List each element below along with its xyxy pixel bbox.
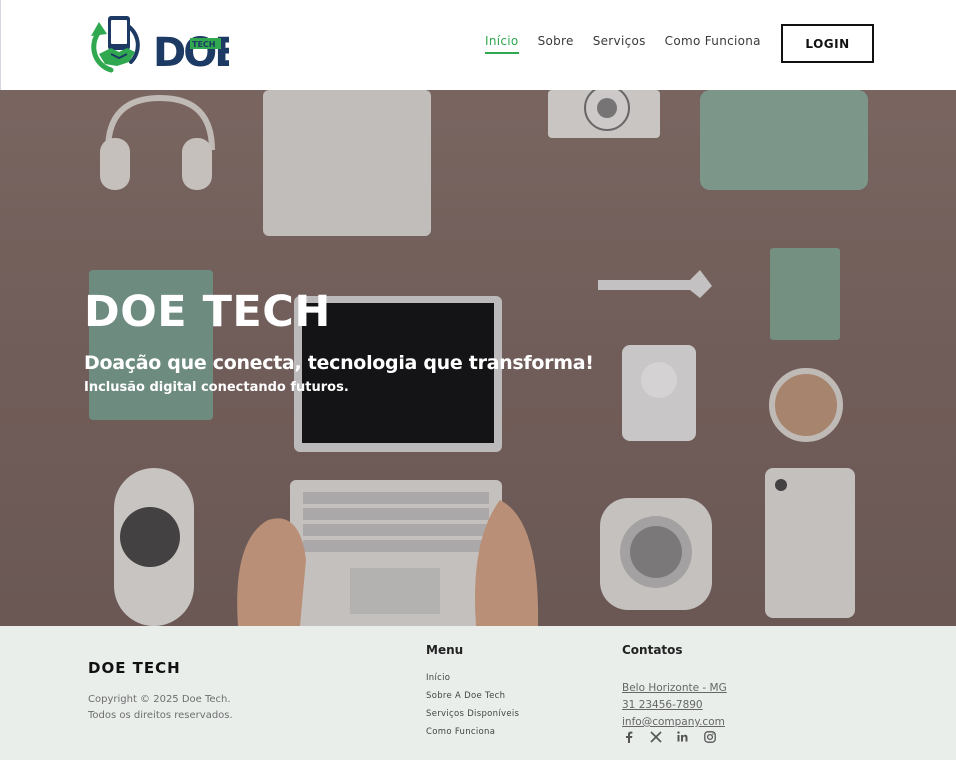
footer: DOE TECH Copyright © 2025 Doe Tech. Todo…	[0, 626, 956, 760]
instagram-icon[interactable]	[703, 730, 716, 743]
nav-link-sobre[interactable]: Sobre	[538, 34, 574, 54]
navbar: DOE TECH Início Sobre Serviços Como Func…	[0, 0, 956, 90]
facebook-icon[interactable]	[622, 730, 635, 743]
footer-menu-item-inicio[interactable]: Início	[426, 673, 519, 683]
footer-menu: Início Sobre A Doe Tech Serviços Disponí…	[426, 673, 519, 745]
contact-email-link[interactable]: info@company.com	[622, 714, 727, 731]
nav-link-como-funciona[interactable]: Como Funciona	[665, 34, 761, 54]
contact-phone-link[interactable]: 31 23456-7890	[622, 697, 727, 714]
social-links	[622, 730, 716, 743]
contact-location-link[interactable]: Belo Horizonte - MG	[622, 680, 727, 697]
hero-title: DOE TECH	[84, 287, 331, 337]
svg-text:TECH: TECH	[192, 40, 216, 49]
copyright-text: Copyright © 2025 Doe Tech. Todos os dire…	[88, 692, 233, 724]
login-button[interactable]: LOGIN	[781, 24, 874, 63]
copyright-line-2: Todos os direitos reservados.	[88, 710, 233, 721]
footer-contacts-title: Contatos	[622, 643, 683, 657]
nav-link-servicos[interactable]: Serviços	[593, 34, 646, 54]
main-nav: Início Sobre Serviços Como Funciona	[485, 34, 780, 54]
hero-section: DOE TECH Doação que conecta, tecnologia …	[0, 90, 956, 626]
footer-contacts: Belo Horizonte - MG 31 23456-7890 info@c…	[622, 680, 727, 731]
footer-brand: DOE TECH	[88, 659, 181, 677]
footer-menu-title: Menu	[426, 643, 464, 657]
x-icon[interactable]	[649, 730, 662, 743]
logo-icon: DOE TECH	[91, 16, 242, 76]
footer-menu-item-como-funciona[interactable]: Como Funciona	[426, 727, 519, 737]
svg-text:DOE: DOE	[153, 30, 229, 74]
copyright-line-1: Copyright © 2025 Doe Tech.	[88, 694, 231, 705]
linkedin-icon[interactable]	[676, 730, 689, 743]
footer-menu-item-servicos[interactable]: Serviços Disponíveis	[426, 709, 519, 719]
footer-menu-item-sobre[interactable]: Sobre A Doe Tech	[426, 691, 519, 701]
nav-link-inicio[interactable]: Início	[485, 34, 519, 54]
hero-tagline: Doação que conecta, tecnologia que trans…	[84, 352, 594, 374]
hero-subtitle: Inclusão digital conectando futuros.	[84, 380, 349, 395]
logo[interactable]: DOE TECH	[89, 14, 242, 76]
